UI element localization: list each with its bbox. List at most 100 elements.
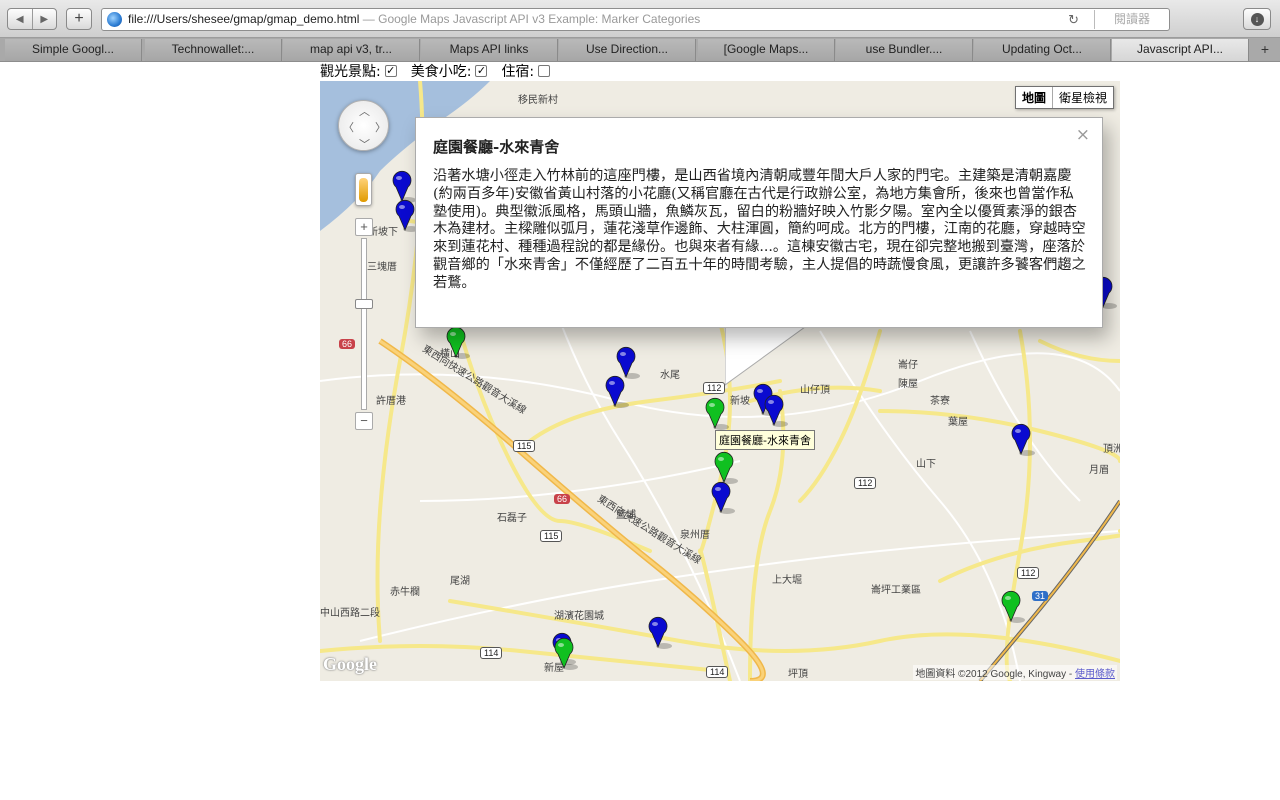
sightseeing-checkbox[interactable]: ✓ (384, 65, 397, 77)
map-type-control: 地圖 衛星檢視 (1014, 86, 1114, 109)
tab-4[interactable]: Maps API links (421, 39, 558, 61)
map-place-label: 湖濱花園城 (554, 611, 604, 622)
map-place-label: 山下 (916, 459, 936, 470)
green-marker-icon[interactable] (714, 451, 738, 484)
globe-icon (107, 12, 122, 27)
page-title: Google Maps Javascript API v3 Example: M… (378, 12, 701, 26)
filter-lodging[interactable]: 住宿: (501, 61, 551, 81)
road-shield-icon: 114 (706, 666, 729, 678)
road-shield-icon: 31 (1032, 591, 1049, 601)
tab-9[interactable]: Javascript API... (1112, 39, 1249, 61)
filter-label: 住宿: (501, 64, 535, 80)
map-place-label: 泉州厝 (680, 530, 710, 541)
map-canvas[interactable]: 移民新村新坡下三塊厝長安新坡許厝港橫山水尾新坡山仔頂陳屋茶寮崙仔葉屋山下月眉頂洲… (320, 81, 1120, 681)
tab-7[interactable]: use Bundler.... (836, 39, 973, 61)
map-place-label: 水尾 (660, 370, 680, 381)
forward-icon[interactable]: ▶ (31, 9, 57, 29)
info-window-title: 庭園餐廳-水來青舍 (433, 138, 560, 156)
tab-8[interactable]: Updating Oct... (974, 39, 1111, 61)
map-place-label: 月眉 (1089, 465, 1109, 476)
filter-food[interactable]: 美食小吃: ✓ (411, 61, 488, 81)
map-type-satellite-button[interactable]: 衛星檢視 (1051, 87, 1113, 108)
map-place-label: 上大堀 (772, 575, 802, 586)
road-shield-icon: 112 (854, 477, 877, 489)
map-place-label: 中山西路二段 (320, 608, 380, 619)
marker-tooltip: 庭園餐廳-水來青舍 (715, 430, 815, 450)
url-text: file:///Users/shesee/gmap/gmap_demo.html (128, 12, 360, 26)
green-marker-icon[interactable] (1001, 590, 1025, 623)
nav-buttons: ◀ ▶ (7, 8, 57, 30)
pan-right-icon[interactable]: 〉 (375, 119, 386, 135)
map-place-label: 移民新村 (518, 95, 558, 106)
pan-control[interactable]: ︿ ﹀ 〈 〉 (338, 100, 389, 151)
map-place-label: 新坡 (730, 396, 750, 407)
road-shield-icon: 112 (703, 382, 726, 394)
food-checkbox[interactable]: ✓ (475, 65, 488, 77)
tab-1[interactable]: Simple Googl... (5, 39, 142, 61)
map-place-label: 崙仔 (898, 360, 918, 371)
terms-of-use-link[interactable]: 使用條款 (1075, 669, 1115, 680)
road-shield-icon: 114 (480, 647, 503, 659)
blue-marker-icon[interactable] (392, 170, 416, 203)
road-shield-icon: 115 (513, 440, 536, 452)
map-place-label: 三塊厝 (367, 262, 397, 273)
map-place-label: 頂洲 (1103, 444, 1120, 455)
map-place-label: 茶寮 (930, 396, 950, 407)
tab-2[interactable]: Technowallet:... (145, 39, 282, 61)
tab-3[interactable]: map api v3, tr... (283, 39, 420, 61)
zoom-in-button[interactable]: + (355, 218, 373, 236)
blue-marker-icon[interactable] (395, 199, 419, 232)
green-marker-icon[interactable] (705, 397, 729, 430)
blue-marker-icon[interactable] (711, 481, 735, 514)
road-shield-icon: 115 (540, 530, 563, 542)
info-window-body: 沿著水塘小徑走入竹林前的這座門樓，是山西省境內清朝咸豐年間大戶人家的門宅。主建築… (433, 168, 1086, 291)
tab-bar: Simple Googl... Technowallet:... map api v… (0, 38, 1280, 62)
tab-5[interactable]: Use Direction... (559, 39, 696, 61)
green-marker-icon[interactable] (446, 326, 470, 359)
road-shield-icon: 112 (1017, 567, 1040, 579)
map-type-map-button[interactable]: 地圖 (1015, 87, 1052, 108)
zoom-out-button[interactable]: − (355, 412, 373, 430)
attribution-text: 地圖資料 ©2012 Google, Kingway - (915, 669, 1075, 680)
back-icon[interactable]: ◀ (8, 9, 32, 29)
close-icon[interactable]: × (1076, 125, 1090, 145)
tab-6[interactable]: [Google Maps... (698, 39, 835, 61)
downloads-button[interactable]: ↓ (1243, 8, 1271, 30)
map-place-label: 許厝港 (376, 396, 406, 407)
filter-sightseeing[interactable]: 觀光景點: ✓ (320, 61, 397, 81)
map-place-label: 石磊子 (497, 513, 527, 524)
pan-up-icon[interactable]: ︿ (359, 103, 370, 119)
map-place-label: 葉屋 (948, 417, 968, 428)
map-attribution: 地圖資料 ©2012 Google, Kingway - 使用條款 (913, 665, 1117, 680)
filter-label: 美食小吃: (410, 64, 472, 80)
new-tab-icon[interactable]: + (1250, 39, 1280, 61)
zoom-slider-track[interactable] (361, 238, 367, 410)
pan-down-icon[interactable]: ﹀ (359, 136, 370, 152)
map-place-label: 赤牛欄 (390, 587, 420, 598)
map-place-label: 陳屋 (898, 379, 918, 390)
street-view-pegman-icon[interactable] (355, 173, 372, 206)
reader-button[interactable]: 閱讀器 (1094, 10, 1169, 29)
browser-toolbar: ◀ ▶ + file:///Users/shesee/gmap/gmap_dem… (0, 0, 1280, 38)
reload-icon[interactable]: ↻ (1068, 9, 1079, 30)
map-place-label: 崙坪工業區 (871, 585, 921, 596)
pan-left-icon[interactable]: 〈 (343, 119, 354, 135)
blue-marker-icon[interactable] (605, 375, 629, 408)
map-place-label: 尾湖 (450, 576, 470, 587)
blue-marker-icon[interactable] (616, 346, 640, 379)
title-separator: — (359, 12, 379, 26)
green-marker-icon[interactable] (554, 637, 578, 670)
download-icon: ↓ (1250, 12, 1264, 26)
blue-marker-icon[interactable] (648, 616, 672, 649)
blue-marker-icon[interactable] (764, 394, 788, 427)
zoom-slider-handle[interactable] (355, 299, 373, 309)
category-filters: 觀光景點: ✓ 美食小吃: ✓ 住宿: (320, 62, 564, 80)
info-window-tail (725, 327, 806, 386)
blue-marker-icon[interactable] (1011, 423, 1035, 456)
address-bar[interactable]: file:///Users/shesee/gmap/gmap_demo.html… (101, 8, 1170, 31)
road-shield-icon: 66 (554, 494, 571, 504)
filter-label: 觀光景點: (320, 64, 381, 80)
lodging-checkbox[interactable] (538, 65, 551, 77)
add-bookmark-button[interactable]: + (66, 8, 92, 30)
google-logo[interactable]: Google (323, 654, 377, 675)
